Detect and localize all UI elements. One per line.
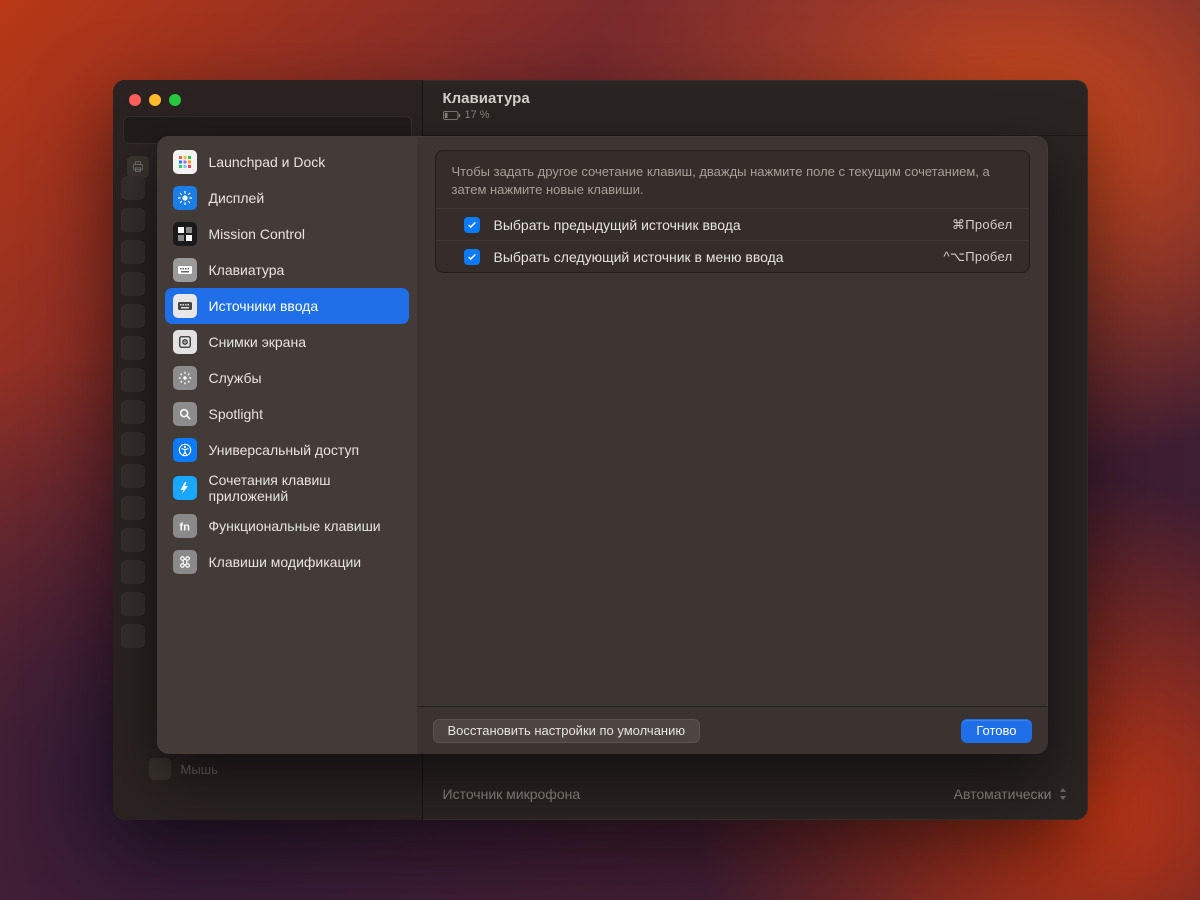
category-services[interactable]: Службы xyxy=(165,360,409,396)
category-label: Launchpad и Dock xyxy=(209,154,326,170)
category-appshort[interactable]: Сочетания клавиш приложений xyxy=(165,468,409,508)
category-screenshot[interactable]: Снимки экрана xyxy=(165,324,409,360)
sidebar-item-label: Мышь xyxy=(181,762,218,777)
mic-label: Источник микрофона xyxy=(443,786,581,802)
sidebar-peek-icons xyxy=(121,176,149,648)
settings-window: Мышь Принтеры и сканеры Клавиатура 17 % … xyxy=(113,80,1088,820)
category-mod[interactable]: Клавиши модификации xyxy=(165,544,409,580)
category-label: Источники ввода xyxy=(209,298,319,314)
category-label: Сочетания клавиш приложений xyxy=(209,472,401,504)
category-mission[interactable]: Mission Control xyxy=(165,216,409,252)
restore-defaults-button[interactable]: Восстановить настройки по умолчанию xyxy=(433,719,701,743)
battery-status: 17 % xyxy=(443,109,1068,121)
appshort-icon xyxy=(173,476,197,500)
content-header: Клавиатура 17 % xyxy=(423,80,1088,136)
fn-icon: fn xyxy=(173,514,197,538)
zoom-button[interactable] xyxy=(169,94,181,106)
input-icon xyxy=(173,294,197,318)
services-icon xyxy=(173,366,197,390)
stepper-icon xyxy=(1058,787,1068,801)
page-title: Клавиатура xyxy=(443,90,1068,107)
category-launchpad[interactable]: Launchpad и Dock xyxy=(165,144,409,180)
category-label: Универсальный доступ xyxy=(209,442,360,458)
category-label: Mission Control xyxy=(209,226,305,242)
launchpad-icon xyxy=(173,150,197,174)
category-label: Клавиши модификации xyxy=(209,554,362,570)
checkbox[interactable] xyxy=(464,217,480,233)
category-label: Службы xyxy=(209,370,262,386)
category-spotlight[interactable]: Spotlight xyxy=(165,396,409,432)
keyboard-shortcuts-sheet: Launchpad и Dock Дисплей Mission Control Кл… xyxy=(157,136,1048,754)
printer-icon xyxy=(127,156,149,178)
shortcut-label: Выбрать предыдущий источник ввода xyxy=(494,217,952,233)
category-fn[interactable]: fn Функциональные клавиши xyxy=(165,508,409,544)
checkbox[interactable] xyxy=(464,249,480,265)
microphone-source-row[interactable]: Источник микрофона Автоматически xyxy=(443,786,1068,802)
sidebar-item-mouse[interactable]: Мышь xyxy=(149,758,218,780)
mission-icon xyxy=(173,222,197,246)
category-keyboard[interactable]: Клавиатура xyxy=(165,252,409,288)
category-input[interactable]: Источники ввода xyxy=(165,288,409,324)
category-label: Функциональные клавиши xyxy=(209,518,381,534)
svg-text:fn: fn xyxy=(179,522,190,534)
category-label: Дисплей xyxy=(209,190,265,206)
shortcut-label: Выбрать следующий источник в меню ввода xyxy=(494,249,944,265)
shortcut-row[interactable]: Выбрать следующий источник в меню ввода^… xyxy=(436,240,1029,272)
category-label: Снимки экрана xyxy=(209,334,306,350)
spotlight-icon xyxy=(173,402,197,426)
sheet-footer: Восстановить настройки по умолчанию Гото… xyxy=(417,706,1048,754)
mouse-icon xyxy=(149,758,171,780)
sheet-main: Чтобы задать другое сочетание клавиш, дв… xyxy=(417,136,1048,706)
shortcut-row[interactable]: Выбрать предыдущий источник ввода⌘Пробел xyxy=(436,208,1029,240)
category-accessibility[interactable]: Универсальный доступ xyxy=(165,432,409,468)
minimize-button[interactable] xyxy=(149,94,161,106)
done-button[interactable]: Готово xyxy=(961,719,1031,743)
category-label: Клавиатура xyxy=(209,262,285,278)
shortcut-keys[interactable]: ^⌥Пробел xyxy=(944,249,1013,265)
shortcuts-panel: Чтобы задать другое сочетание клавиш, дв… xyxy=(435,150,1030,273)
sheet-right: Чтобы задать другое сочетание клавиш, дв… xyxy=(417,136,1048,754)
keyboard-icon xyxy=(173,258,197,282)
hint-text: Чтобы задать другое сочетание клавиш, дв… xyxy=(436,151,1029,208)
category-display[interactable]: Дисплей xyxy=(165,180,409,216)
category-label: Spotlight xyxy=(209,406,263,422)
window-controls xyxy=(113,80,422,116)
screenshot-icon xyxy=(173,330,197,354)
category-list: Launchpad и Dock Дисплей Mission Control Кл… xyxy=(157,136,417,754)
close-button[interactable] xyxy=(129,94,141,106)
mod-icon xyxy=(173,550,197,574)
display-icon xyxy=(173,186,197,210)
mic-value: Автоматически xyxy=(954,786,1052,802)
battery-icon xyxy=(443,111,461,120)
accessibility-icon xyxy=(173,438,197,462)
shortcut-keys[interactable]: ⌘Пробел xyxy=(952,217,1013,233)
